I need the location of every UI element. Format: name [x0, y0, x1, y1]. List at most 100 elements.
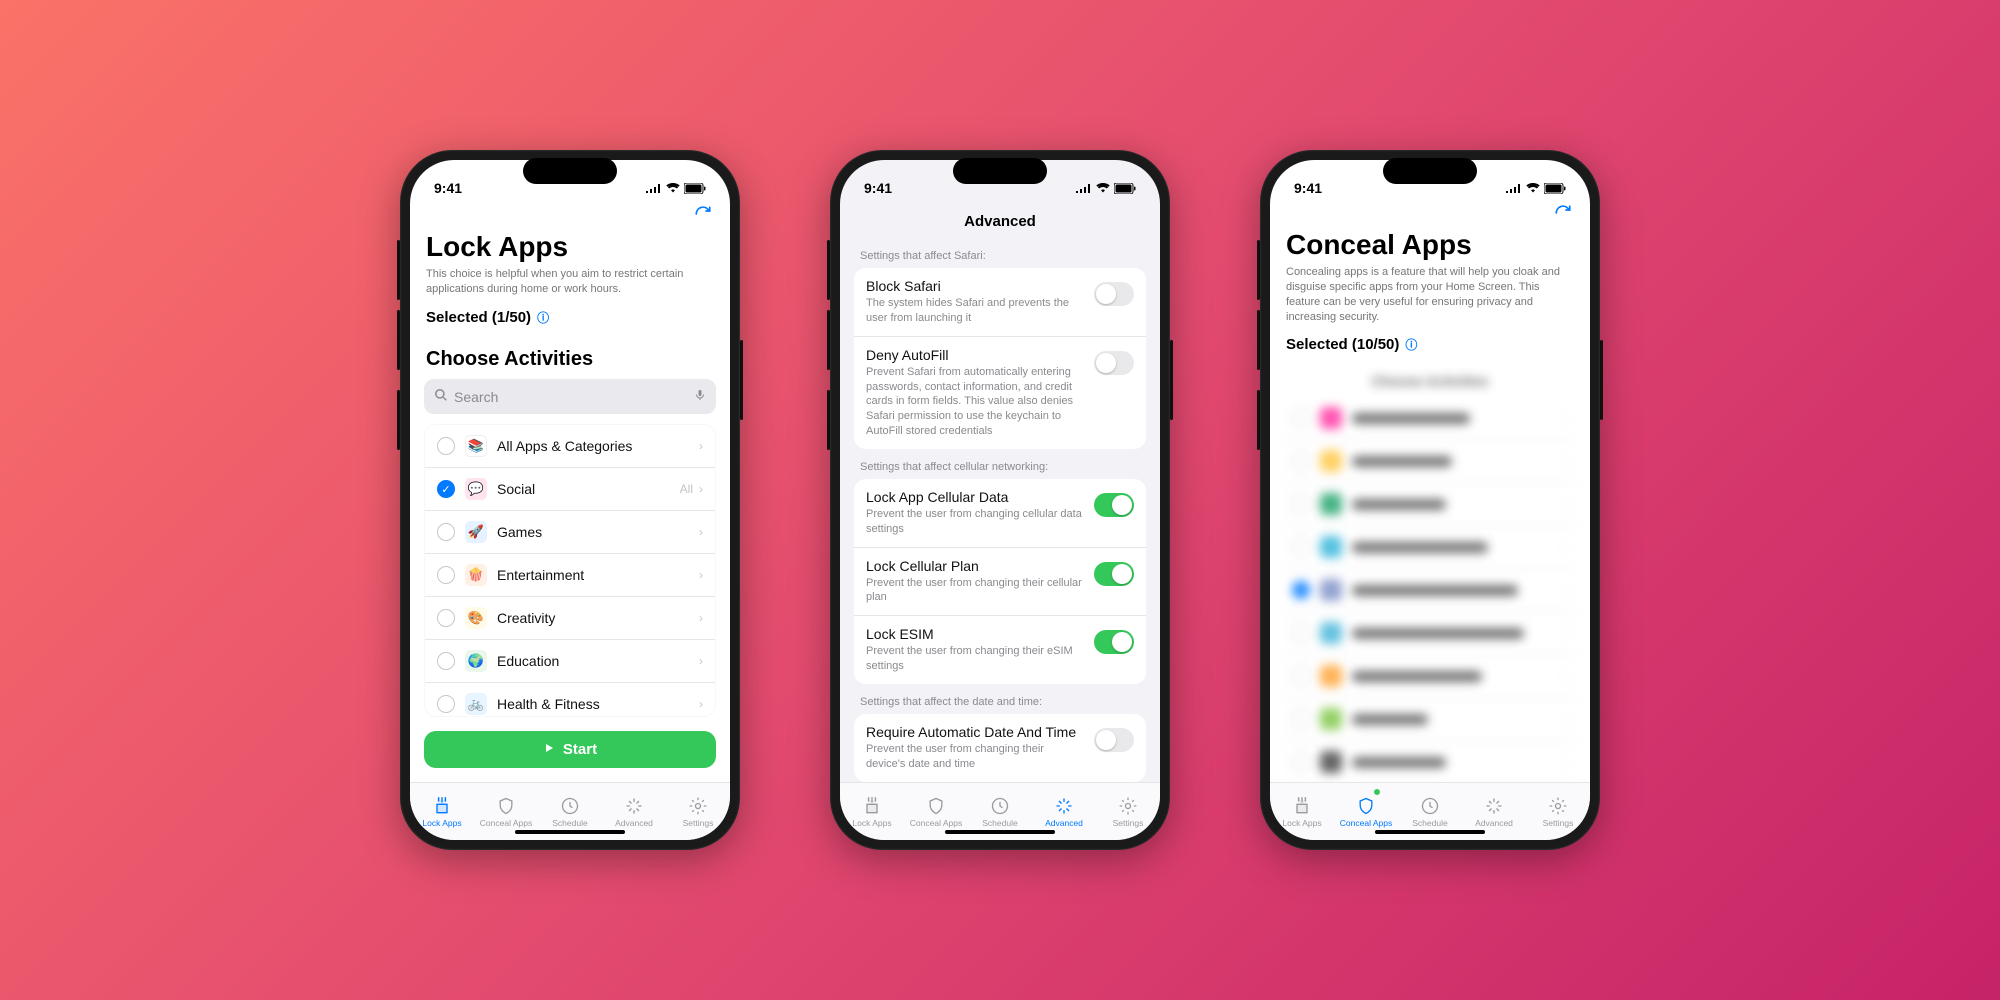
- radio-icon[interactable]: [437, 609, 455, 627]
- radio-icon[interactable]: [1292, 495, 1310, 513]
- start-button[interactable]: Start: [424, 731, 716, 768]
- setting-title: Lock ESIM: [866, 626, 1084, 642]
- status-icons: [1076, 183, 1136, 194]
- activity-row[interactable]: ›: [1284, 698, 1576, 741]
- setting-subtitle: The system hides Safari and prevents the…: [866, 296, 1084, 326]
- activity-row[interactable]: 🎨 Creativity ›: [425, 597, 715, 640]
- mic-icon[interactable]: [694, 387, 706, 406]
- toggle-switch[interactable]: [1094, 562, 1134, 586]
- page-title: Conceal Apps: [1286, 229, 1574, 261]
- search-input[interactable]: Search: [424, 379, 716, 414]
- home-indicator[interactable]: [1375, 830, 1485, 834]
- tab-settings[interactable]: Settings: [1526, 783, 1590, 840]
- toggle-switch[interactable]: [1094, 728, 1134, 752]
- chevron-right-icon: ›: [699, 525, 703, 539]
- radio-icon[interactable]: [437, 695, 455, 713]
- setting-row: Lock ESIMPrevent the user from changing …: [854, 616, 1146, 684]
- setting-row: Block SafariThe system hides Safari and …: [854, 268, 1146, 337]
- dynamic-island: [523, 158, 617, 184]
- activity-row[interactable]: ›: [1284, 655, 1576, 698]
- chevron-right-icon: ›: [1564, 755, 1568, 769]
- row-label: Entertainment: [497, 567, 584, 583]
- category-icon: 🚲: [465, 693, 487, 715]
- setting-title: Lock App Cellular Data: [866, 489, 1084, 505]
- activity-row[interactable]: 🌍Education›: [425, 640, 715, 683]
- status-icons: [1506, 183, 1566, 194]
- chevron-right-icon: ›: [1564, 626, 1568, 640]
- status-time: 9:41: [864, 180, 892, 196]
- radio-icon[interactable]: [1292, 710, 1310, 728]
- radio-icon[interactable]: [437, 437, 455, 455]
- chevron-right-icon: ›: [1564, 669, 1568, 683]
- chevron-right-icon: ›: [699, 611, 703, 625]
- home-indicator[interactable]: [945, 830, 1055, 834]
- category-icon: [1320, 407, 1342, 429]
- refresh-icon[interactable]: [694, 205, 712, 228]
- radio-icon[interactable]: [1292, 753, 1310, 771]
- advanced-scroll[interactable]: Settings that affect Safari:Block Safari…: [840, 238, 1160, 782]
- tab-settings[interactable]: Settings: [1096, 783, 1160, 840]
- chevron-right-icon: ›: [1564, 411, 1568, 425]
- row-label: Creativity: [497, 610, 555, 626]
- chevron-right-icon: ›: [699, 568, 703, 582]
- activity-row[interactable]: 🚲Health & Fitness›: [425, 683, 715, 717]
- settings-group-header: Settings that affect the date and time:: [860, 696, 1140, 708]
- tab-settings[interactable]: Settings: [666, 783, 730, 840]
- info-icon[interactable]: ⓘ: [1405, 336, 1417, 353]
- refresh-icon[interactable]: [1554, 204, 1572, 227]
- row-label: Health & Fitness: [497, 696, 600, 712]
- status-icons: [646, 183, 706, 194]
- activity-row[interactable]: ›: [1284, 526, 1576, 569]
- activity-row[interactable]: 🚀Games›: [425, 511, 715, 554]
- status-time: 9:41: [434, 180, 462, 196]
- settings-group-header: Settings that affect cellular networking…: [860, 461, 1140, 473]
- search-icon: [434, 388, 448, 405]
- radio-icon[interactable]: ✓: [1292, 581, 1310, 599]
- category-icon: 🌍: [465, 650, 487, 672]
- tab-lock[interactable]: Lock Apps: [1270, 783, 1334, 840]
- row-label: [1352, 456, 1452, 467]
- category-icon: [1320, 665, 1342, 687]
- chevron-right-icon: ›: [1564, 540, 1568, 554]
- radio-icon[interactable]: [1292, 452, 1310, 470]
- radio-icon[interactable]: [437, 652, 455, 670]
- radio-icon[interactable]: [1292, 409, 1310, 427]
- dynamic-island: [953, 158, 1047, 184]
- radio-icon[interactable]: [1292, 538, 1310, 556]
- radio-icon[interactable]: [437, 523, 455, 541]
- setting-subtitle: Prevent Safari from automatically enteri…: [866, 365, 1084, 439]
- setting-subtitle: Prevent the user from changing their dev…: [866, 742, 1084, 772]
- activity-row[interactable]: ›: [1284, 440, 1576, 483]
- home-indicator[interactable]: [515, 830, 625, 834]
- category-icon: [1320, 751, 1342, 773]
- radio-icon[interactable]: [437, 566, 455, 584]
- activity-row[interactable]: ›: [1284, 741, 1576, 782]
- radio-icon[interactable]: [1292, 667, 1310, 685]
- activity-row[interactable]: ✓💬SocialAll›: [425, 468, 715, 511]
- play-icon: [543, 741, 555, 758]
- page-title: Lock Apps: [426, 231, 714, 263]
- info-icon[interactable]: ⓘ: [537, 309, 549, 326]
- toggle-switch[interactable]: [1094, 630, 1134, 654]
- row-label: Social: [497, 481, 535, 497]
- toggle-switch[interactable]: [1094, 493, 1134, 517]
- activity-row[interactable]: 🍿Entertainment›: [425, 554, 715, 597]
- selected-count: Selected (10/50): [1286, 336, 1399, 353]
- category-icon: [1320, 493, 1342, 515]
- toggle-switch[interactable]: [1094, 351, 1134, 375]
- chevron-right-icon: ›: [699, 439, 703, 453]
- tab-lock[interactable]: Lock Apps: [840, 783, 904, 840]
- setting-row: Lock App Cellular DataPrevent the user f…: [854, 479, 1146, 548]
- activity-row[interactable]: ›: [1284, 483, 1576, 526]
- radio-icon[interactable]: [1292, 624, 1310, 642]
- category-icon: [1320, 450, 1342, 472]
- toggle-switch[interactable]: [1094, 282, 1134, 306]
- category-icon: 🎨: [465, 607, 487, 629]
- activity-row[interactable]: ›: [1284, 612, 1576, 655]
- activity-row[interactable]: ›: [1284, 397, 1576, 440]
- radio-icon[interactable]: ✓: [437, 480, 455, 498]
- activity-row[interactable]: 📚All Apps & Categories›: [425, 425, 715, 468]
- row-label: [1352, 499, 1446, 510]
- activity-row[interactable]: ✓›: [1284, 569, 1576, 612]
- tab-lock[interactable]: Lock Apps: [410, 783, 474, 840]
